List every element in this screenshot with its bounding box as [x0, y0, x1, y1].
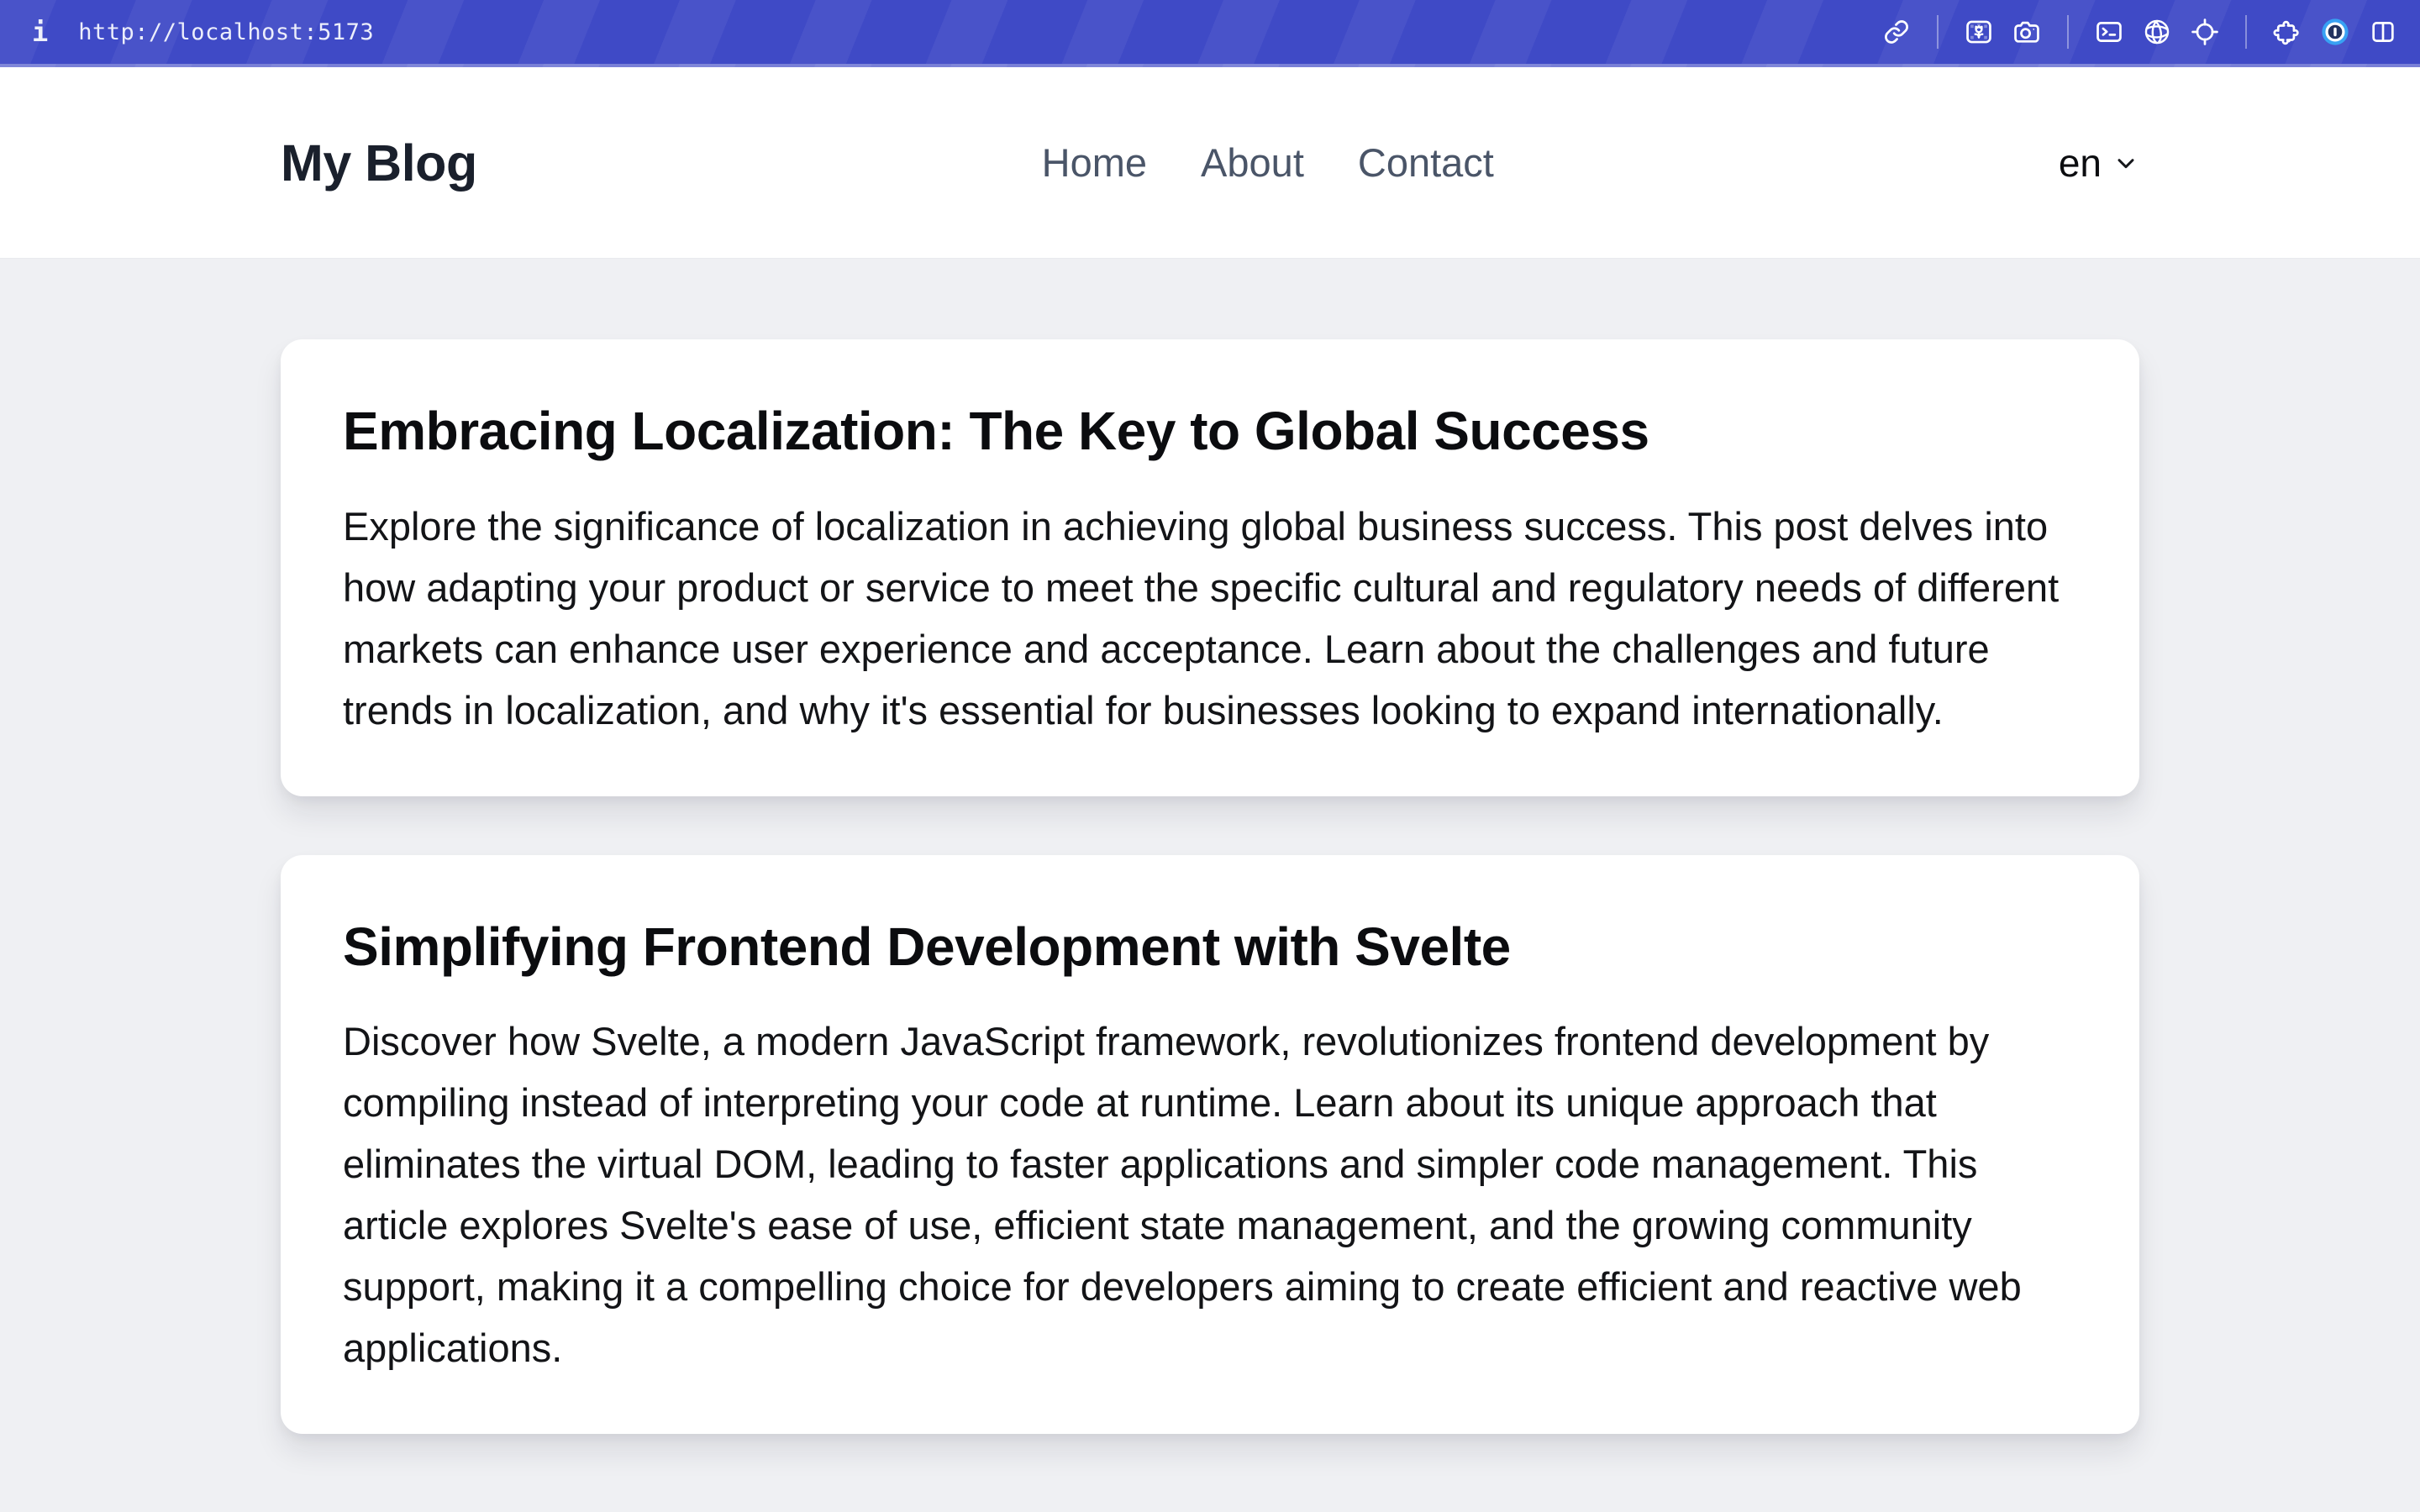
toolbar-separator [2245, 15, 2247, 49]
globe-icon[interactable] [2142, 17, 2172, 47]
language-selected-value: en [2058, 140, 2102, 185]
main-nav: Home About Contact [1042, 139, 1494, 186]
post-card[interactable]: Embracing Localization: The Key to Globa… [281, 339, 2139, 796]
camera-icon[interactable] [2012, 17, 2042, 47]
url-group: i http://localhost:5173 [32, 18, 374, 45]
post-excerpt: Explore the significance of localization… [343, 503, 2060, 732]
site-header: My Blog Home About Contact en [0, 67, 2420, 259]
terminal-icon[interactable] [2094, 17, 2124, 47]
split-view-icon[interactable] [2368, 17, 2398, 47]
toolbar-separator [2067, 15, 2069, 49]
crosshair-icon[interactable] [2190, 17, 2220, 47]
language-select[interactable]: en [2059, 140, 2139, 186]
nav-link-about[interactable]: About [1201, 139, 1304, 186]
post-title: Embracing Localization: The Key to Globa… [343, 401, 1649, 461]
puzzle-icon[interactable] [2272, 17, 2302, 47]
browser-bar: i http://localhost:5173 [0, 0, 2420, 67]
url-text[interactable]: http://localhost:5173 [78, 19, 374, 45]
post-excerpt: Discover how Svelte, a modern JavaScript… [343, 1019, 2022, 1371]
toolbar-separator [1937, 15, 1939, 49]
link-icon[interactable] [1881, 17, 1912, 47]
site-title: My Blog [281, 134, 477, 192]
post-card[interactable]: Simplifying Frontend Development with Sv… [281, 854, 2139, 1435]
nav-link-contact[interactable]: Contact [1358, 139, 1494, 186]
onepassword-icon[interactable] [2320, 17, 2350, 47]
wallpaper-image-icon[interactable] [1964, 17, 1994, 47]
chevron-down-icon [2112, 150, 2139, 176]
browser-toolbar [1881, 15, 2398, 49]
info-icon: i [32, 16, 49, 48]
nav-link-home[interactable]: Home [1042, 139, 1147, 186]
post-title: Simplifying Frontend Development with Sv… [343, 916, 1511, 977]
blog-post-list: Embracing Localization: The Key to Globa… [0, 259, 2420, 1435]
